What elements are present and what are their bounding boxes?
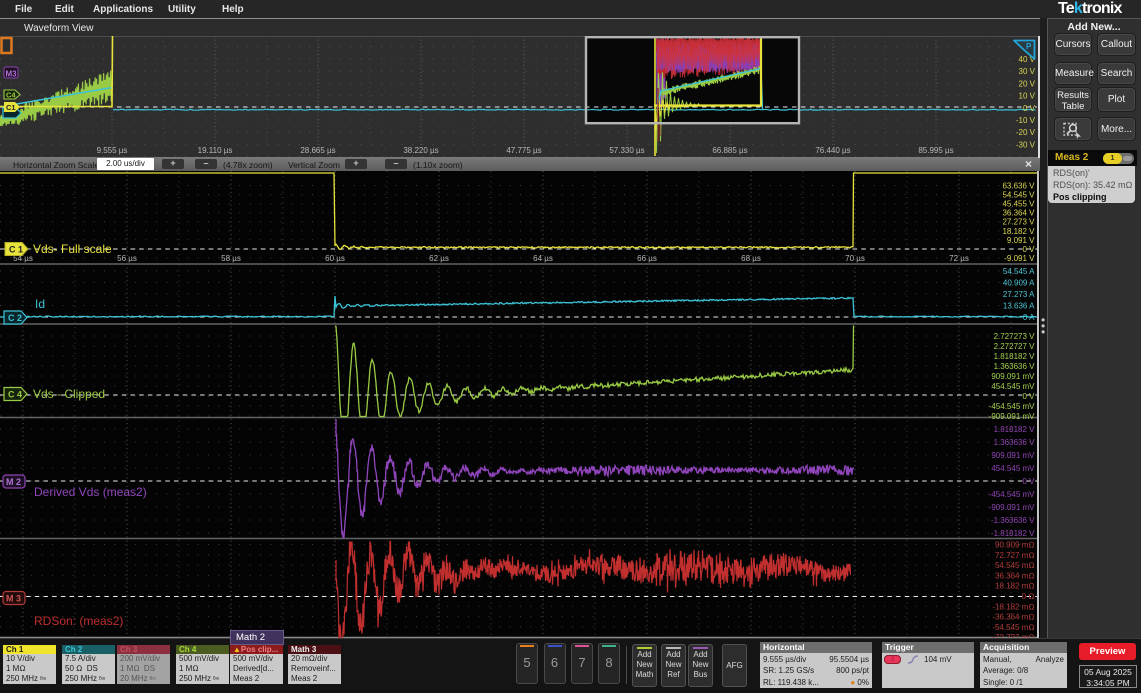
svg-text:-54.545 mΩ: -54.545 mΩ — [992, 623, 1034, 632]
svg-text:C 4: C 4 — [8, 390, 22, 400]
svg-text:P: P — [1026, 42, 1032, 51]
svg-text:58 µs: 58 µs — [221, 254, 241, 263]
svg-text:1.818182 V: 1.818182 V — [994, 425, 1036, 434]
svg-text:47.775 µs: 47.775 µs — [506, 146, 541, 155]
svg-text:Vds - Clipped: Vds - Clipped — [33, 387, 105, 401]
svg-text:27.273 A: 27.273 A — [1003, 290, 1035, 299]
svg-text:85.995 µs: 85.995 µs — [918, 146, 953, 155]
svg-text:40.909 A: 40.909 A — [1003, 279, 1035, 288]
svg-text:-454.545 mV: -454.545 mV — [989, 490, 1035, 499]
svg-text:9.555 µs: 9.555 µs — [97, 146, 128, 155]
svg-text:1.363636 V: 1.363636 V — [994, 438, 1036, 447]
svg-text:20 V: 20 V — [1019, 79, 1036, 88]
svg-text:54.545 A: 54.545 A — [1003, 267, 1035, 276]
svg-text:1.363636 V: 1.363636 V — [994, 362, 1036, 371]
svg-text:-909.091 mV: -909.091 mV — [989, 412, 1035, 421]
svg-text:30 V: 30 V — [1019, 67, 1036, 76]
svg-text:62 µs: 62 µs — [429, 254, 449, 263]
svg-text:-1.818182 V: -1.818182 V — [991, 529, 1035, 538]
svg-text:M 2: M 2 — [6, 477, 21, 487]
svg-text:10 V: 10 V — [1019, 92, 1036, 101]
svg-text:-20 V: -20 V — [1016, 128, 1036, 137]
svg-text:18.182 mΩ: 18.182 mΩ — [995, 582, 1035, 591]
svg-text:27.273 V: 27.273 V — [1002, 218, 1035, 227]
svg-text:9.091 V: 9.091 V — [1007, 236, 1035, 245]
svg-text:RDSon: (meas2): RDSon: (meas2) — [34, 614, 123, 628]
svg-text:M3: M3 — [6, 70, 18, 79]
svg-text:C 1: C 1 — [9, 245, 23, 255]
svg-text:76.440 µs: 76.440 µs — [815, 146, 850, 155]
svg-text:72 µs: 72 µs — [949, 254, 969, 263]
svg-text:56 µs: 56 µs — [117, 254, 137, 263]
svg-text:Id: Id — [35, 297, 45, 311]
svg-text:0 V: 0 V — [1023, 104, 1036, 113]
svg-text:54.545 V: 54.545 V — [1002, 191, 1035, 200]
svg-text:-18.182 mΩ: -18.182 mΩ — [992, 602, 1034, 611]
svg-text:C 2: C 2 — [8, 313, 22, 323]
svg-text:2.272727 V: 2.272727 V — [994, 342, 1036, 351]
svg-text:0 Ω: 0 Ω — [1022, 592, 1035, 601]
svg-text:13.636 A: 13.636 A — [1003, 302, 1035, 311]
svg-text:28.665 µs: 28.665 µs — [300, 146, 335, 155]
svg-text:68 µs: 68 µs — [741, 254, 761, 263]
svg-text:-36.364 mΩ: -36.364 mΩ — [992, 613, 1034, 622]
svg-text:-10 V: -10 V — [1016, 116, 1036, 125]
svg-text:63.636 V: 63.636 V — [1002, 182, 1035, 191]
svg-text:70 µs: 70 µs — [845, 254, 865, 263]
svg-text:90.909 mΩ: 90.909 mΩ — [995, 541, 1035, 550]
svg-text:36.364 mΩ: 36.364 mΩ — [995, 571, 1035, 580]
svg-text:45.455 V: 45.455 V — [1002, 200, 1035, 209]
svg-text:0 V: 0 V — [1022, 477, 1035, 486]
svg-text:909.091 mV: 909.091 mV — [991, 451, 1035, 460]
svg-text:0 V: 0 V — [1022, 245, 1035, 254]
svg-text:-454.545 mV: -454.545 mV — [989, 402, 1035, 411]
svg-text:2.727273 V: 2.727273 V — [994, 332, 1036, 341]
svg-text:C4: C4 — [6, 91, 16, 100]
svg-text:909.091 mV: 909.091 mV — [991, 372, 1035, 381]
svg-text:57.330 µs: 57.330 µs — [609, 146, 644, 155]
svg-text:66.885 µs: 66.885 µs — [712, 146, 747, 155]
svg-text:54.545 mΩ: 54.545 mΩ — [995, 561, 1035, 570]
svg-text:60 µs: 60 µs — [325, 254, 345, 263]
svg-text:-909.091 mV: -909.091 mV — [989, 503, 1035, 512]
svg-text:38.220 µs: 38.220 µs — [403, 146, 438, 155]
svg-text:-1.363636 V: -1.363636 V — [991, 516, 1035, 525]
svg-text:19.110 µs: 19.110 µs — [198, 146, 233, 155]
svg-text:-9.091 V: -9.091 V — [1004, 254, 1035, 263]
svg-text:1.818182 V: 1.818182 V — [994, 352, 1036, 361]
svg-text:18.182 V: 18.182 V — [1002, 227, 1035, 236]
svg-text:Derived Vds (meas2): Derived Vds (meas2) — [34, 485, 147, 499]
svg-text:C1: C1 — [6, 103, 16, 112]
svg-text:Vds- Full scale: Vds- Full scale — [33, 242, 112, 256]
svg-text:72.727 mΩ: 72.727 mΩ — [995, 551, 1035, 560]
svg-text:454.545 mV: 454.545 mV — [991, 382, 1035, 391]
svg-text:36.364 V: 36.364 V — [1002, 209, 1035, 218]
svg-text:66 µs: 66 µs — [637, 254, 657, 263]
svg-text:454.545 mV: 454.545 mV — [991, 464, 1035, 473]
svg-text:64 µs: 64 µs — [533, 254, 553, 263]
svg-text:0 A: 0 A — [1023, 313, 1035, 322]
svg-text:-30 V: -30 V — [1016, 140, 1036, 149]
svg-text:M 3: M 3 — [6, 594, 21, 604]
svg-text:0 V: 0 V — [1022, 392, 1035, 401]
